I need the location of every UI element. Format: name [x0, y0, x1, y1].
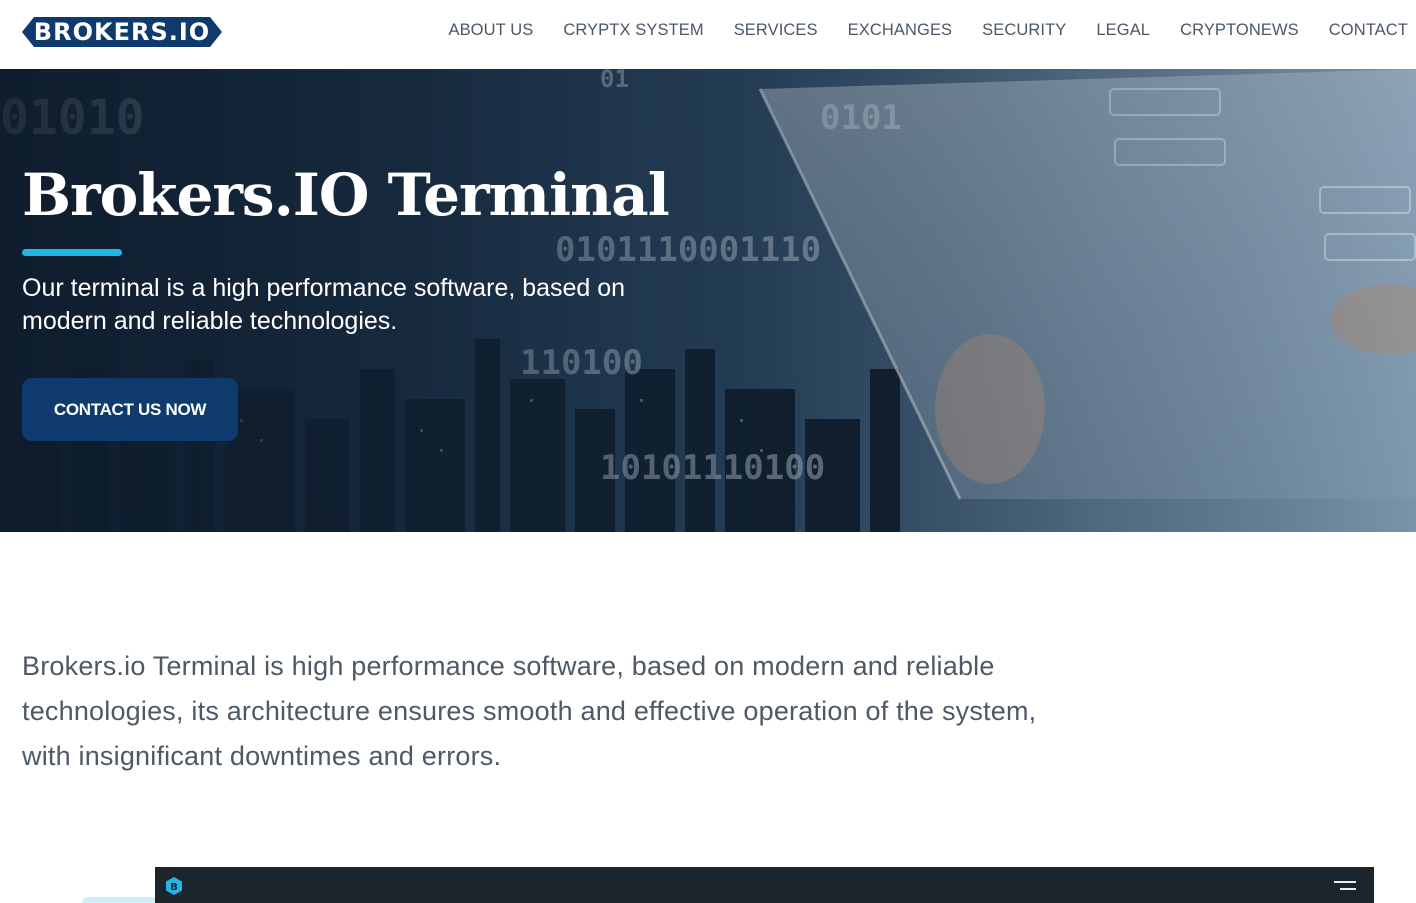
brand-logo[interactable]: BROKERS.IO [22, 17, 222, 47]
terminal-preview-bar: B [155, 867, 1374, 903]
logo-text: BROKERS.IO [33, 18, 211, 46]
nav-security[interactable]: SECURITY [982, 21, 1066, 40]
nav-services[interactable]: SERVICES [734, 21, 818, 40]
b-logo-icon: B [165, 877, 183, 895]
menu-icon[interactable] [1334, 879, 1356, 893]
site-header: BROKERS.IO ABOUT US CRYPTX SYSTEM SERVIC… [0, 0, 1416, 69]
nav-exchanges[interactable]: EXCHANGES [848, 21, 953, 40]
nav-legal[interactable]: LEGAL [1096, 21, 1150, 40]
nav-contact[interactable]: CONTACT [1329, 21, 1408, 40]
nav-about-us[interactable]: ABOUT US [448, 21, 533, 40]
nav-cryptx-system[interactable]: CRYPTX SYSTEM [563, 21, 703, 40]
decorative-accent [82, 897, 162, 903]
title-underline [22, 249, 122, 256]
hero-title: Brokers.IO Terminal [22, 161, 670, 229]
intro-paragraph: Brokers.io Terminal is high performance … [22, 651, 1037, 771]
contact-us-now-button[interactable]: CONTACT US NOW [22, 378, 238, 441]
hero-subtitle: Our terminal is a high performance softw… [22, 274, 626, 335]
nav-cryptonews[interactable]: CRYPTONEWS [1180, 21, 1299, 40]
svg-text:B: B [170, 882, 178, 893]
hero-banner: 01010 0101 0101110001110 110100 10101110… [0, 69, 1416, 532]
main-nav: ABOUT US CRYPTX SYSTEM SERVICES EXCHANGE… [448, 21, 1408, 40]
